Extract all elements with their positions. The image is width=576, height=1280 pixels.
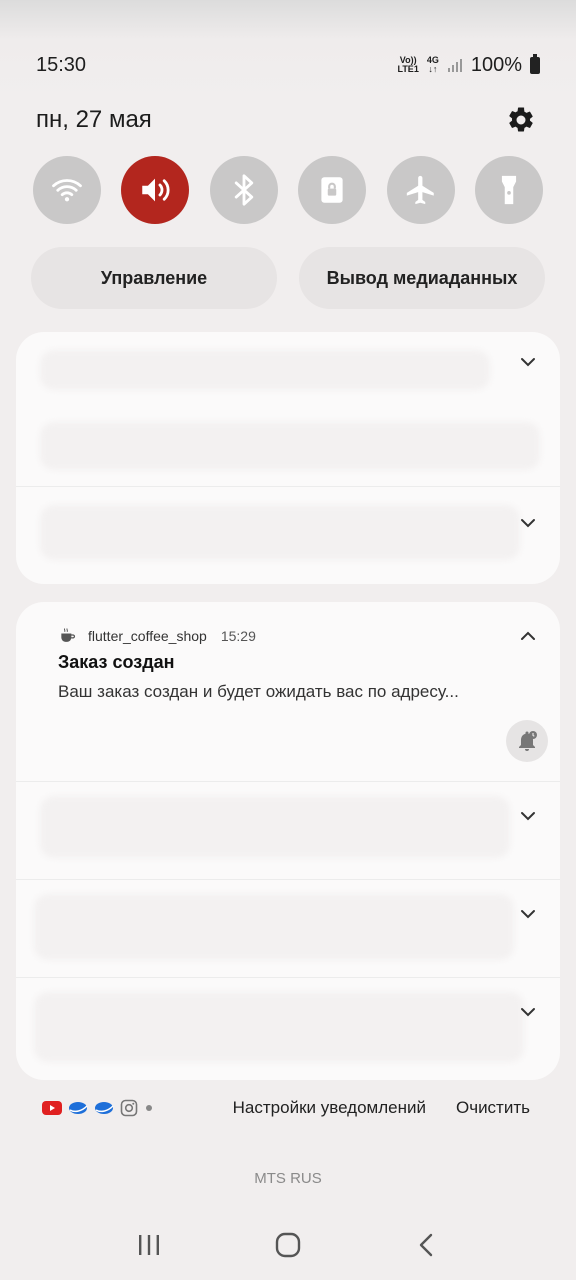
notification-title: Заказ создан	[58, 652, 175, 672]
notification-footer: Настройки уведомлений Очистить	[42, 1094, 530, 1122]
planet-app-icon	[95, 1102, 114, 1114]
notification-app-icons	[42, 1099, 154, 1117]
rotation-lock-toggle[interactable]	[298, 156, 367, 224]
home-button[interactable]	[268, 1225, 308, 1265]
control-button[interactable]: Управление	[31, 247, 277, 309]
quick-toggles	[33, 156, 543, 224]
media-output-button[interactable]: Вывод медиаданных	[299, 247, 545, 309]
blurred-notification[interactable]	[16, 782, 560, 880]
chevron-down-icon[interactable]	[518, 1002, 538, 1022]
app-name: flutter_coffee_shop	[88, 628, 207, 644]
airplane-icon	[406, 175, 434, 205]
bluetooth-icon	[234, 174, 253, 206]
notification-group-2: flutter_coffee_shop 15:29 Заказ создан В…	[16, 602, 560, 1080]
recents-button[interactable]	[129, 1225, 169, 1265]
blurred-notification[interactable]	[16, 332, 560, 487]
carrier-label: MTS RUS	[254, 1170, 322, 1187]
flashlight-toggle[interactable]	[474, 156, 543, 224]
sound-icon	[142, 178, 170, 202]
footer-actions: Настройки уведомлений Очистить	[233, 1098, 530, 1118]
coffee-notification[interactable]: flutter_coffee_shop 15:29 Заказ создан В…	[16, 602, 560, 782]
chevron-down-icon[interactable]	[518, 513, 538, 533]
coffee-cup-icon	[61, 628, 76, 642]
gear-icon[interactable]	[506, 105, 536, 135]
youtube-icon	[42, 1101, 62, 1115]
bluetooth-toggle[interactable]	[209, 156, 278, 224]
notification-group-1	[16, 332, 560, 584]
rotation-lock-icon	[321, 177, 343, 203]
sound-toggle[interactable]	[121, 156, 190, 224]
blurred-notification[interactable]	[16, 978, 560, 1080]
blurred-notification[interactable]	[16, 487, 560, 584]
notification-header: flutter_coffee_shop 15:29	[58, 626, 256, 646]
notification-time: 15:29	[220, 628, 256, 644]
chevron-down-icon[interactable]	[518, 806, 538, 826]
battery-percent: 100%	[470, 53, 522, 76]
battery-icon	[530, 53, 540, 74]
status-icons: Vo)) LTE1 4G ↓↑ 100%	[397, 53, 540, 77]
back-icon	[419, 1233, 432, 1257]
instagram-icon	[120, 1099, 138, 1117]
media-controls: Управление Вывод медиаданных	[31, 247, 545, 309]
recents-icon	[139, 1235, 160, 1255]
status-bar: 15:30 Vo)) LTE1 4G ↓↑ 100%	[36, 50, 540, 80]
notification-settings-link[interactable]: Настройки уведомлений	[233, 1098, 426, 1118]
date-label: пн, 27 мая	[36, 106, 152, 133]
more-dot-icon	[146, 1105, 152, 1111]
notification-body: Ваш заказ создан и будет ожидать вас по …	[58, 682, 459, 701]
clear-all-button[interactable]: Очистить	[456, 1098, 530, 1118]
bell-snooze-icon	[519, 731, 537, 751]
wifi-icon	[52, 179, 82, 202]
blurred-notification[interactable]	[16, 880, 560, 978]
planet-app-icon	[69, 1102, 88, 1114]
wifi-toggle[interactable]	[33, 156, 101, 224]
volte-indicator: Vo)) LTE1	[397, 55, 419, 74]
airplane-toggle[interactable]	[386, 156, 455, 224]
flashlight-icon	[501, 175, 517, 205]
chevron-down-icon[interactable]	[518, 904, 538, 924]
home-icon	[275, 1232, 301, 1258]
chevron-up-icon[interactable]	[518, 626, 538, 646]
chevron-down-icon[interactable]	[518, 352, 538, 372]
panel-header: пн, 27 мая	[36, 102, 536, 138]
network-type: 4G ↓↑	[426, 55, 439, 74]
signal-icon	[447, 59, 462, 72]
back-button[interactable]	[407, 1225, 447, 1265]
navigation-bar	[0, 1220, 576, 1270]
clock: 15:30	[36, 53, 87, 76]
snooze-button[interactable]	[506, 720, 548, 762]
